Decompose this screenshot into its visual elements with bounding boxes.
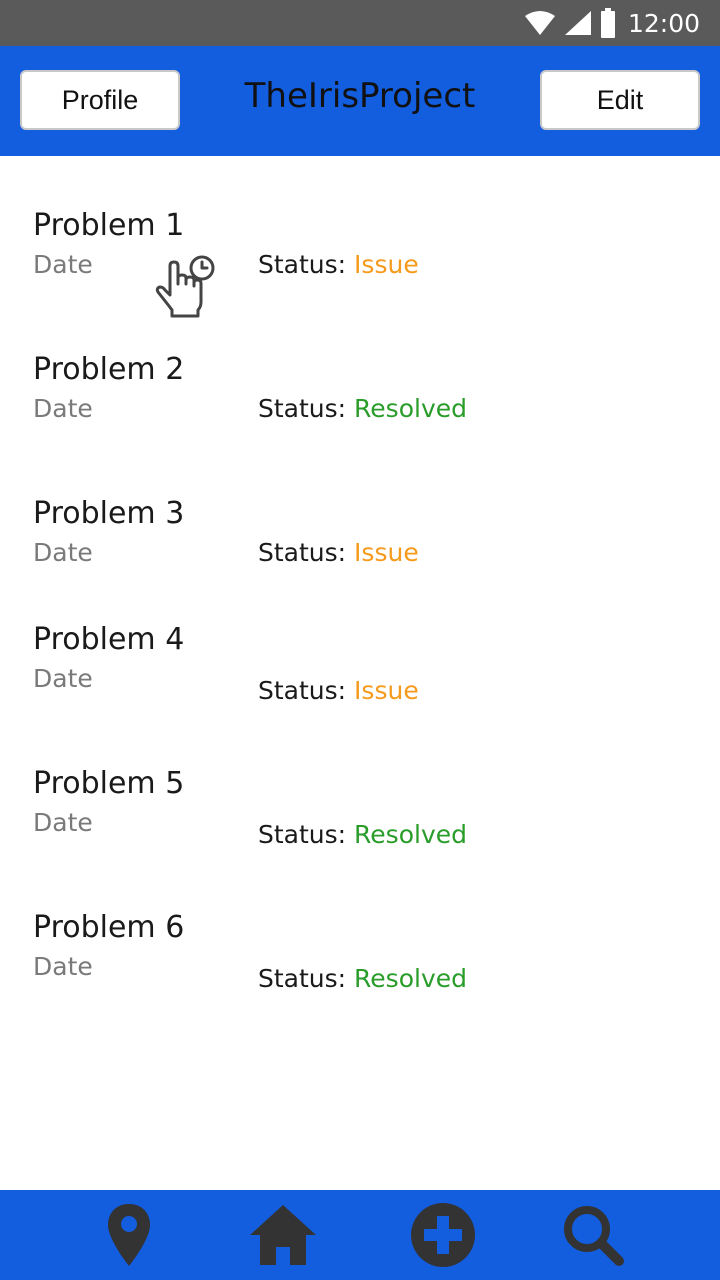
status-label: Status: — [258, 964, 347, 993]
problem-date: Date — [33, 664, 93, 693]
problem-row-5[interactable]: Problem 5 Date Status: Resolved — [0, 766, 720, 886]
problem-date: Date — [33, 538, 93, 567]
status-icons: 12:00 — [524, 0, 700, 46]
app-title: TheIrisProject — [244, 76, 476, 116]
problem-row-3[interactable]: Problem 3 Date Status: Issue — [0, 496, 720, 616]
problem-date: Date — [33, 250, 93, 279]
problem-row-1[interactable]: Problem 1 Date Status: Issue — [0, 208, 720, 328]
search-nav-button[interactable] — [556, 1198, 630, 1272]
status-time: 12:00 — [627, 8, 700, 38]
add-icon — [411, 1203, 475, 1267]
problem-row-4[interactable]: Problem 4 Date Status: Issue — [0, 622, 720, 742]
status-label: Status: — [258, 394, 347, 423]
battery-icon — [600, 8, 615, 38]
problem-status: Status: Issue — [258, 676, 419, 705]
edit-button[interactable]: Edit — [540, 70, 700, 130]
map-nav-button[interactable] — [92, 1198, 166, 1272]
problem-row-6[interactable]: Problem 6 Date Status: Resolved — [0, 910, 720, 1030]
problem-title: Problem 3 — [33, 496, 185, 531]
problem-list: Problem 1 Date Status: Issue Problem 2 D… — [0, 156, 720, 1190]
home-icon — [250, 1205, 316, 1265]
problem-title: Problem 6 — [33, 910, 185, 945]
problem-date: Date — [33, 808, 93, 837]
location-icon — [108, 1204, 150, 1266]
long-press-gesture-icon — [155, 255, 215, 318]
status-value: Issue — [354, 250, 419, 279]
problem-title: Problem 5 — [33, 766, 185, 801]
status-value: Issue — [354, 676, 419, 705]
status-value: Issue — [354, 538, 419, 567]
problem-title: Problem 2 — [33, 352, 185, 387]
profile-button[interactable]: Profile — [20, 70, 180, 130]
problem-row-2[interactable]: Problem 2 Date Status: Resolved — [0, 352, 720, 472]
problem-status: Status: Resolved — [258, 820, 467, 849]
search-icon — [564, 1206, 624, 1266]
bottom-navigation — [0, 1190, 720, 1280]
problem-date: Date — [33, 952, 93, 981]
problem-title: Problem 4 — [33, 622, 185, 657]
problem-status: Status: Resolved — [258, 964, 467, 993]
problem-date: Date — [33, 394, 93, 423]
problem-status: Status: Resolved — [258, 394, 467, 423]
status-label: Status: — [258, 250, 347, 279]
app-bar: Profile TheIrisProject Edit — [0, 46, 720, 156]
system-status-bar: 12:00 — [0, 0, 720, 46]
problem-status: Status: Issue — [258, 538, 419, 567]
problem-title: Problem 1 — [33, 208, 185, 243]
add-nav-button[interactable] — [406, 1198, 480, 1272]
home-nav-button[interactable] — [246, 1198, 320, 1272]
status-value: Resolved — [354, 964, 467, 993]
status-label: Status: — [258, 820, 347, 849]
status-label: Status: — [258, 538, 347, 567]
status-value: Resolved — [354, 394, 467, 423]
wifi-icon — [524, 11, 555, 35]
problem-status: Status: Issue — [258, 250, 419, 279]
status-value: Resolved — [354, 820, 467, 849]
status-label: Status: — [258, 676, 347, 705]
signal-icon — [564, 11, 591, 35]
